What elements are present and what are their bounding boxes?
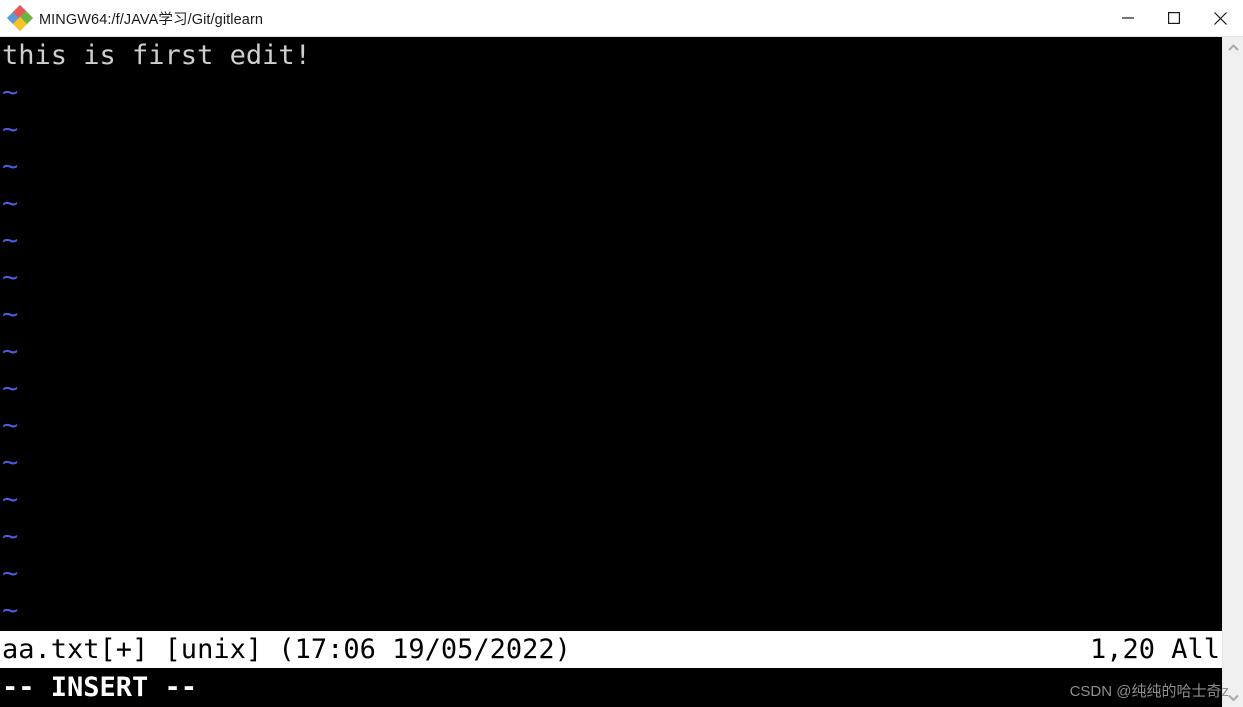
maximize-button[interactable]	[1151, 0, 1197, 36]
statusline-left: aa.txt[+] [unix] (17:06 19/05/2022)	[2, 634, 571, 665]
vim-buffer[interactable]: this is first edit! ~ ~ ~ ~ ~ ~ ~ ~ ~ ~ ~ ~ ~ ~ ~	[0, 37, 1222, 629]
buffer-empty-line: ~	[2, 262, 19, 293]
minimize-button[interactable]	[1105, 0, 1151, 36]
buffer-empty-line: ~	[2, 484, 19, 515]
buffer-empty-line: ~	[2, 447, 19, 478]
buffer-empty-line: ~	[2, 77, 19, 108]
window-controls	[1105, 0, 1243, 36]
statusline-right: 1,20 All	[1089, 634, 1220, 665]
scrollbar-track[interactable]	[1223, 57, 1243, 687]
window-title: MINGW64:/f/JAVA学习/Git/gitlearn	[39, 11, 264, 28]
vim-mode-indicator: -- INSERT --	[0, 668, 1222, 707]
scrollbar-up-button[interactable]	[1223, 37, 1243, 57]
buffer-empty-line: ~	[2, 225, 19, 256]
buffer-empty-line: ~	[2, 336, 19, 367]
buffer-empty-line: ~	[2, 114, 19, 145]
buffer-empty-line: ~	[2, 410, 19, 441]
buffer-empty-line: ~	[2, 521, 19, 552]
terminal-scrollbar[interactable]	[1222, 37, 1243, 707]
chevron-up-icon	[1227, 43, 1239, 51]
buffer-empty-line: ~	[2, 558, 19, 589]
git-bash-diamond-icon	[6, 4, 34, 32]
buffer-empty-line: ~	[2, 151, 19, 182]
buffer-empty-line: ~	[2, 299, 19, 330]
window-titlebar[interactable]: MINGW64:/f/JAVA学习/Git/gitlearn	[0, 0, 1243, 37]
buffer-empty-line: ~	[2, 188, 19, 219]
terminal-viewport[interactable]: this is first edit! ~ ~ ~ ~ ~ ~ ~ ~ ~ ~ ~ ~ ~ ~ ~ aa.tx…	[0, 37, 1222, 707]
mintty-terminal-window: MINGW64:/f/JAVA学习/Git/gitlearn this is f…	[0, 0, 1243, 707]
close-icon	[1213, 11, 1227, 25]
chevron-down-icon	[1227, 694, 1239, 701]
buffer-empty-line: ~	[2, 373, 19, 404]
close-button[interactable]	[1197, 0, 1243, 36]
maximize-icon	[1168, 12, 1180, 24]
scrollbar-down-button[interactable]	[1223, 687, 1243, 707]
buffer-text-line: this is first edit!	[2, 40, 311, 71]
vim-statusline: aa.txt[+] [unix] (17:06 19/05/2022) 1,20…	[0, 631, 1222, 668]
buffer-empty-line: ~	[2, 595, 19, 626]
minimize-icon	[1122, 17, 1134, 19]
